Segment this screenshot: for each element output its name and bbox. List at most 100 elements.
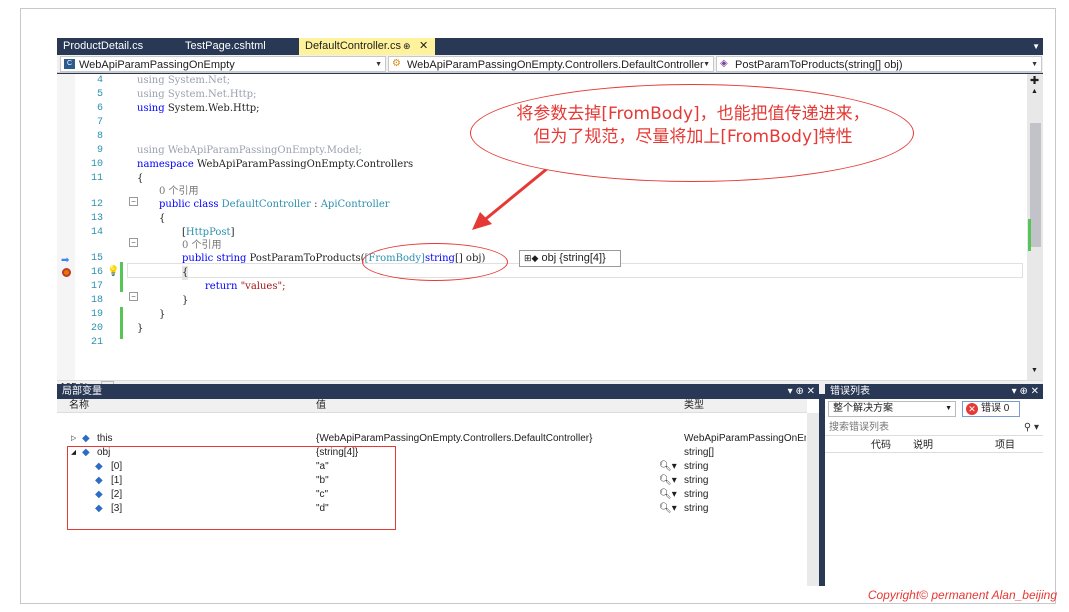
error-list-title: 错误列表	[830, 386, 870, 397]
local-name: this	[97, 432, 113, 446]
class-dropdown[interactable]: ⚙ WebApiParamPassingOnEmpty.Controllers.…	[388, 56, 714, 72]
class-icon: ⚙	[392, 59, 403, 69]
chevron-down-icon: ▼	[703, 57, 710, 72]
reference-count[interactable]: 0 个引用	[159, 185, 199, 199]
chevron-down-icon: ▼	[1031, 57, 1038, 72]
annotation-line-2: 但为了规范，尽量将加上[FromBody]特性	[471, 126, 915, 149]
code-line: using WebApiParamPassingOnEmpty.Model;	[137, 144, 362, 158]
local-value[interactable]: {WebApiParamPassingOnEmpty.Controllers.D…	[316, 432, 676, 446]
document-tab-strip: ProductDetail.cs TestPage.cshtml Default…	[57, 38, 1043, 55]
magnifier-icon[interactable]: 🔍︎▾	[659, 474, 677, 488]
error-list-title-bar: 错误列表 ▾ ⊕ ✕	[825, 384, 1043, 399]
column-header-name[interactable]: 名称	[69, 399, 89, 413]
scope-dropdown[interactable]: 整个解决方案 ▼	[828, 401, 956, 417]
expand-icon[interactable]: ▷	[71, 432, 76, 446]
column-header-description[interactable]: 说明	[913, 439, 933, 453]
method-icon: ◈	[720, 59, 731, 69]
change-indicator	[120, 307, 123, 339]
magnifier-icon[interactable]: 🔍︎▾	[659, 488, 677, 502]
locals-vertical-scrollbar[interactable]	[807, 413, 819, 586]
line-number: 17	[75, 280, 103, 294]
current-statement-arrow-icon: ➡	[61, 255, 69, 266]
locals-title: 局部变量	[62, 386, 102, 397]
tab-label: TestPage.cshtml	[185, 40, 266, 52]
scroll-down-icon[interactable]: ▼	[1031, 367, 1038, 374]
chevron-down-icon[interactable]: ▼	[1032, 38, 1040, 55]
column-header-value[interactable]: 值	[316, 399, 326, 413]
pin-icon[interactable]: ⊕	[403, 38, 411, 55]
errors-filter-button[interactable]: ✕ 错误 0	[962, 401, 1020, 417]
expand-icon[interactable]: ⊞◆	[524, 253, 538, 263]
annotation-arrow	[460, 160, 560, 240]
project-dropdown[interactable]: C WebApiParamPassingOnEmpty ▼	[60, 56, 386, 72]
editor-vertical-scrollbar[interactable]: ✚ ▲ ▼	[1027, 74, 1043, 380]
magnifier-icon[interactable]: 🔍︎▾	[659, 502, 677, 516]
line-number: 10	[75, 158, 103, 172]
line-number: 7	[75, 116, 103, 130]
breakpoint-gutter[interactable]: ➡	[57, 74, 75, 380]
annotation-line-1: 将参数去掉[FromBody]，也能把值传递进来，	[471, 103, 915, 126]
scrollbar-thumb[interactable]	[1030, 123, 1041, 247]
line-number: 6	[75, 102, 103, 116]
line-number: 16	[75, 266, 103, 280]
code-line: using System.Net;	[137, 74, 230, 88]
window-controls-icon[interactable]: ▾ ⊕ ✕	[788, 384, 815, 399]
close-icon[interactable]: ✕	[419, 38, 428, 55]
error-count: 错误 0	[981, 403, 1009, 414]
chevron-down-icon: ▼	[375, 57, 382, 72]
code-line: }	[159, 308, 165, 322]
column-header-code[interactable]: 代码	[871, 439, 891, 453]
datatip-text: obj {string[4]}	[542, 252, 606, 264]
split-icon[interactable]: ✚	[1030, 74, 1039, 87]
line-number: 20	[75, 322, 103, 336]
tab-productdetail[interactable]: ProductDetail.cs	[57, 38, 175, 55]
column-header-type[interactable]: 类型	[684, 399, 704, 413]
local-type: string	[684, 502, 708, 516]
window-controls-icon[interactable]: ▾ ⊕ ✕	[1012, 384, 1039, 399]
code-line: [HttpPost]	[182, 226, 234, 240]
search-icon[interactable]: ⚲ ▾	[1024, 420, 1039, 436]
member-dropdown-value: PostParamToProducts(string[] obj)	[735, 59, 903, 71]
change-marker	[1028, 219, 1031, 251]
line-number: 14	[75, 226, 103, 240]
breakpoint-icon	[62, 268, 71, 277]
column-header-project[interactable]: 项目	[995, 439, 1015, 453]
change-indicator	[120, 262, 123, 292]
local-type: string[]	[684, 446, 714, 460]
reference-count[interactable]: 0 个引用	[182, 239, 222, 253]
line-number: 12	[75, 198, 103, 212]
line-number: 9	[75, 144, 103, 158]
local-type: string	[684, 460, 708, 474]
table-row[interactable]: ▷ ◆ this {WebApiParamPassingOnEmpty.Cont…	[57, 432, 819, 446]
debugger-datatip[interactable]: ⊞◆ obj {string[4]}	[519, 250, 621, 267]
copyright-text: Copyright© permanent Alan_beijing	[868, 588, 1057, 602]
code-line: namespace WebApiParamPassingOnEmpty.Cont…	[137, 158, 413, 172]
annotation-callout: 将参数去掉[FromBody]，也能把值传递进来， 但为了规范，尽量将加上[Fr…	[470, 84, 914, 182]
code-line: {	[137, 172, 143, 186]
error-list-header: 代码 说明 项目	[825, 439, 1043, 453]
lightbulb-icon[interactable]: 💡	[107, 266, 119, 277]
line-number: 13	[75, 212, 103, 226]
scope-dropdown-value: 整个解决方案	[833, 403, 893, 414]
scroll-up-icon[interactable]: ▲	[1031, 88, 1038, 95]
member-dropdown[interactable]: ◈ PostParamToProducts(string[] obj) ▼	[716, 56, 1042, 72]
chevron-down-icon: ▼	[945, 402, 952, 416]
local-type: string	[684, 488, 708, 502]
line-number: 19	[75, 308, 103, 322]
locals-highlight-box	[67, 446, 396, 530]
code-line: {	[159, 212, 165, 226]
error-list-window: 整个解决方案 ▼ ✕ 错误 0 搜索错误列表 ⚲ ▾ 代码 说明 项目	[825, 399, 1043, 586]
line-number: 21	[75, 336, 103, 350]
tab-defaultcontroller[interactable]: DefaultController.cs ⊕ ✕	[299, 38, 435, 55]
locals-title-bar: 局部变量 ▾ ⊕ ✕	[57, 384, 819, 399]
code-line: using System.Net.Http;	[137, 88, 256, 102]
line-numbers: 4 5 6 7 8 9 10 11 12 13 14 15 16 17 18 1…	[75, 74, 105, 380]
magnifier-icon[interactable]: 🔍︎▾	[659, 460, 677, 474]
field-icon: ◆	[82, 432, 90, 446]
error-search-input[interactable]: 搜索错误列表 ⚲ ▾	[825, 420, 1043, 436]
code-line: return "values";	[205, 280, 285, 294]
code-line: public class DefaultController : ApiCont…	[159, 198, 390, 212]
project-dropdown-value: WebApiParamPassingOnEmpty	[79, 59, 235, 71]
tab-testpage[interactable]: TestPage.cshtml	[179, 38, 297, 55]
line-number: 5	[75, 88, 103, 102]
